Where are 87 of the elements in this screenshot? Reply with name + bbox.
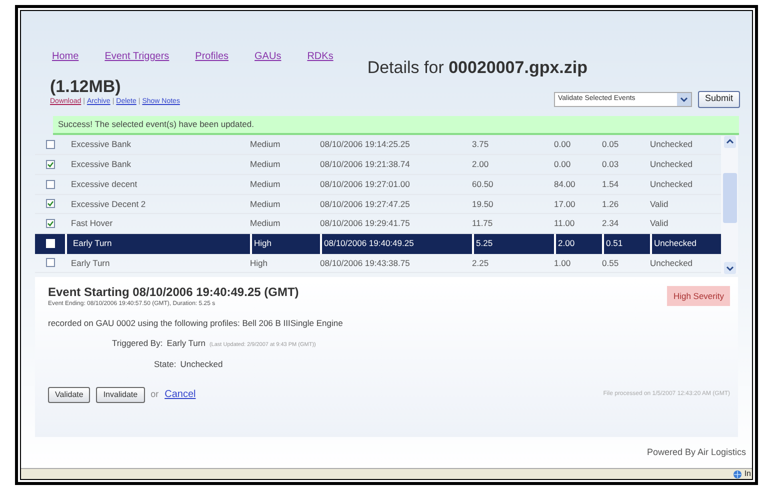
checkbox[interactable]: [46, 140, 54, 150]
table-cell-text: 2.25: [472, 256, 490, 270]
table-cell: Early Turn: [65, 234, 250, 254]
table-cell-text: 2.00: [472, 158, 490, 172]
table-cell-text: High: [250, 256, 268, 270]
table-cell-text: Excessive decent: [70, 178, 138, 191]
table-cell-text: Unchecked: [650, 178, 694, 191]
submit-button[interactable]: Submit: [698, 90, 740, 108]
table-cell-text: 08/10/2006 19:29:41.75: [320, 217, 411, 230]
state-value: Unchecked: [180, 358, 223, 371]
event-title: Event Starting 08/10/2006 19:40:49.25 (GMT): [48, 286, 299, 298]
checkbox[interactable]: [46, 180, 54, 189]
table-cell: 08/10/2006 19:40:49.25: [320, 234, 472, 254]
checkbox[interactable]: [46, 258, 54, 268]
table-cell-text: Medium: [250, 158, 282, 172]
table-cell: 5.25: [472, 234, 554, 254]
triggered-label: Triggered By:: [112, 337, 163, 350]
nav-link[interactable]: RDKs: [307, 49, 334, 64]
table-cell-text: Unchecked: [650, 158, 694, 172]
validate-button[interactable]: Validate: [48, 386, 90, 403]
table-cell: 2.00: [554, 234, 602, 254]
checkbox[interactable]: [46, 219, 54, 228]
table-cell: 0.51: [602, 234, 650, 254]
table-cell-text: 0.05: [602, 138, 620, 152]
table-cell-text: Excessive Decent 2: [70, 198, 147, 211]
table-cell-text: 84.00: [554, 178, 576, 191]
table-cell-text: Unchecked: [650, 138, 694, 152]
nav-link[interactable]: Home: [52, 49, 79, 64]
table-cell-text: 08/10/2006 19:27:47.25: [320, 198, 411, 211]
table-cell-text: 11.75: [472, 217, 494, 230]
file-size: (1.12MB): [50, 78, 122, 95]
table-cell-text: 60.50: [472, 178, 494, 191]
details-title: Details for 00020007.gpx.zip: [367, 56, 588, 79]
table-cell-text: 0.00: [554, 158, 572, 172]
table-cell-text: 19.50: [472, 198, 494, 211]
success-message: Success! The selected event(s) have been updated.: [53, 116, 739, 134]
table-cell-text: Medium: [250, 138, 282, 152]
trigger-name: Early Turn: [166, 337, 206, 350]
footer-text: Powered By Air Logistics: [646, 446, 747, 459]
severity-badge: High Severity: [667, 286, 730, 306]
or-text: or: [150, 388, 159, 401]
table-cell-text: 0.00: [554, 138, 572, 152]
table-cell-text: 08/10/2006 19:27:01.00: [320, 178, 411, 191]
table-cell-text: Medium: [250, 178, 282, 191]
scroll-thumb[interactable]: [722, 172, 737, 222]
table-cell-text: Early Turn: [70, 256, 111, 270]
table-cell: High: [250, 234, 320, 254]
table-cell-text: 0.03: [602, 158, 620, 172]
table-cell-text: 0.55: [602, 256, 620, 270]
table-cell-text: 1.26: [602, 198, 620, 211]
event-row[interactable]: Early Turn High 08/10/2006 19:40:49.25 5.25 2.00 0.51 Unchecked: [35, 234, 722, 254]
table-cell-text: Fast Hover: [70, 217, 114, 230]
table-cell-text: Valid: [650, 198, 670, 211]
event-row[interactable]: Early Turn High 08/10/2006 19:43:38.75 2.25 1.00 0.55 Unchecked: [35, 254, 722, 274]
table-cell-text: 08/10/2006 19:21:38.74: [320, 158, 411, 172]
event-row[interactable]: Excessive decent Medium 08/10/2006 19:27:01.00 60.50 84.00 1.54 Unchecked: [35, 174, 722, 195]
nav-link[interactable]: Event Triggers: [104, 49, 170, 64]
event-row[interactable]: Excessive Bank Medium 08/10/2006 19:21:38.74 2.00 0.00 0.03 Unchecked: [35, 155, 722, 175]
invalidate-button[interactable]: Invalidate: [96, 386, 145, 403]
status-text: In: [744, 470, 751, 478]
table-cell-text: Excessive Bank: [70, 158, 132, 172]
nav-link[interactable]: GAUs: [254, 49, 282, 64]
checkbox[interactable]: [46, 199, 54, 208]
table-cell-text: 1.54: [602, 178, 620, 191]
globe-icon: [733, 470, 742, 478]
nav-link[interactable]: Profiles: [195, 49, 229, 64]
scroll-down-icon[interactable]: [724, 262, 736, 274]
table-cell-text: 3.75: [472, 138, 490, 152]
table-cell-text: 08/10/2006 19:14:25.25: [320, 138, 411, 152]
table-cell-text: Unchecked: [650, 256, 694, 270]
table-cell-text: Valid: [650, 217, 670, 230]
event-row[interactable]: Excessive Bank Medium 08/10/2006 19:14:25.25 3.75 0.00 0.05 Unchecked: [35, 136, 722, 156]
table-cell-text: Medium: [250, 198, 282, 211]
event-row[interactable]: Excessive Decent 2 Medium 08/10/2006 19:27:47.25 19.50 17.00 1.26 Valid: [35, 194, 722, 214]
table-cell-text: 11.00: [554, 217, 576, 230]
table-cell-text: Medium: [250, 217, 282, 230]
table-cell-text: 2.34: [602, 217, 620, 230]
state-label: State:: [154, 358, 176, 371]
table-cell-text: 1.00: [554, 256, 572, 270]
cancel-link[interactable]: Cancel: [164, 387, 196, 402]
checkbox[interactable]: [46, 160, 54, 170]
table-cell-text: 08/10/2006 19:43:38.75: [320, 256, 411, 270]
profile-text: recorded on GAU 0002 using the following profiles: Bell 206 B IIISingle Engine: [48, 316, 344, 330]
scrollbar[interactable]: [721, 136, 738, 274]
table-cell-text: Excessive Bank: [70, 138, 132, 152]
table-cell-text: 17.00: [554, 198, 576, 211]
scroll-up-icon[interactable]: [724, 136, 736, 148]
